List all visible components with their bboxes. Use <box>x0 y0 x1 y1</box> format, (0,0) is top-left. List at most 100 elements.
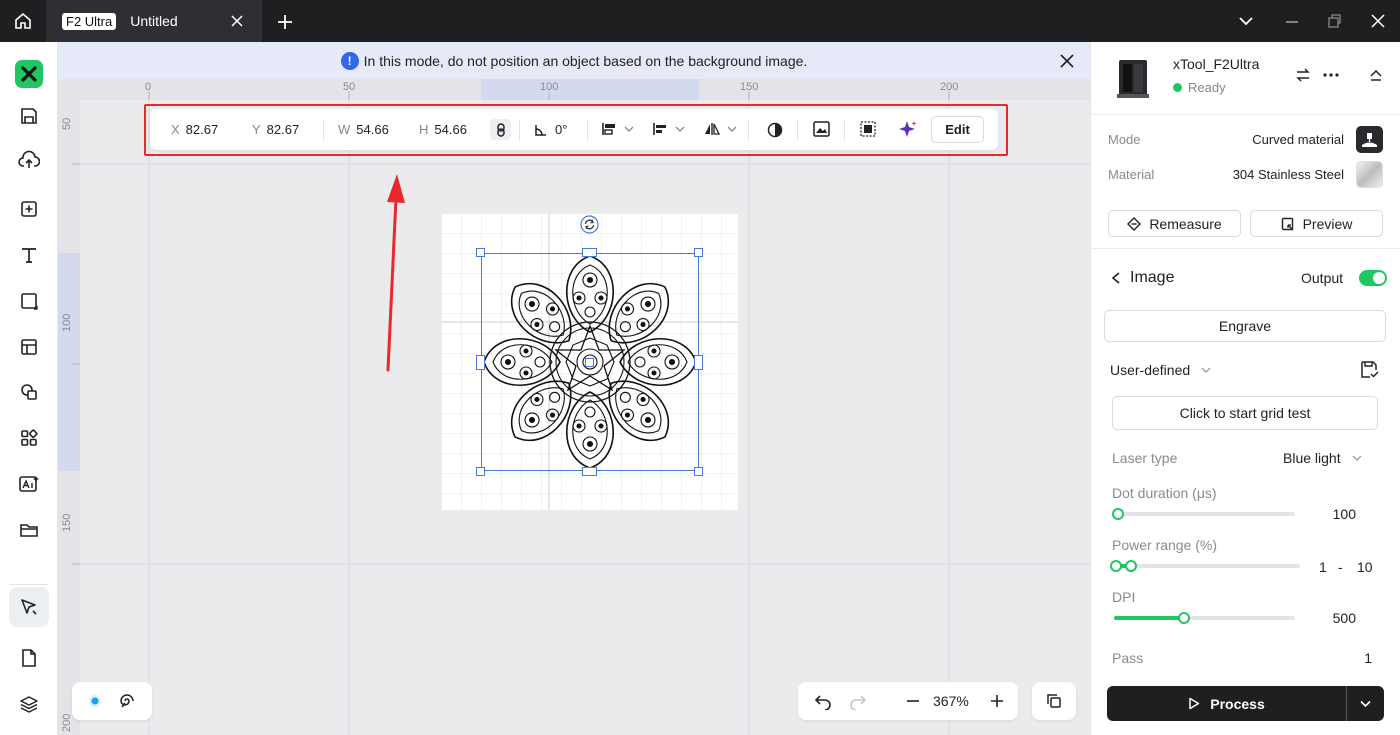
layers-icon <box>20 696 38 713</box>
rotate-handle-icon[interactable] <box>580 215 599 234</box>
chevron-down-icon[interactable] <box>1236 11 1256 31</box>
ruler-h-label: 50 <box>343 81 356 93</box>
more-icon[interactable] <box>1322 67 1340 83</box>
laser-type-label: Laser type <box>1112 450 1178 466</box>
power-range-label: Power range (%) <box>1112 537 1218 553</box>
spiral-mode-icon[interactable] <box>118 692 136 710</box>
new-tab-icon[interactable] <box>274 11 296 33</box>
output-toggle[interactable] <box>1359 270 1387 286</box>
resize-handle-s[interactable] <box>582 467 597 476</box>
chevron-down-icon <box>1352 455 1362 461</box>
resize-handle-e[interactable] <box>694 355 703 370</box>
shapes-library-button[interactable] <box>9 372 49 412</box>
highlight-box <box>144 104 1008 156</box>
shape-tool-button[interactable] <box>9 281 49 321</box>
redo-icon[interactable] <box>849 692 867 710</box>
annotation-arrow <box>386 174 405 372</box>
dot-duration-slider[interactable] <box>1118 512 1295 516</box>
grid-test-button[interactable]: Click to start grid test <box>1112 396 1378 430</box>
process-main-button[interactable]: Process <box>1107 686 1346 721</box>
restore-icon[interactable] <box>1324 11 1344 31</box>
power-min-thumb[interactable] <box>1110 560 1122 572</box>
chevron-down-icon <box>1201 367 1211 373</box>
curved-material-button[interactable] <box>1356 126 1383 153</box>
dot-duration-thumb[interactable] <box>1112 508 1124 520</box>
layers-button[interactable] <box>9 684 49 724</box>
layout-icon <box>21 339 37 355</box>
close-window-icon[interactable] <box>1368 11 1388 31</box>
ruler-v-label: 150 <box>61 513 73 532</box>
process-divider <box>1346 686 1347 721</box>
mode-value[interactable]: Curved material <box>1252 132 1344 147</box>
resize-handle-sw[interactable] <box>476 467 485 476</box>
device-status: Ready <box>1173 80 1226 95</box>
left-toolbar <box>0 42 58 735</box>
chevron-down-icon[interactable] <box>1359 697 1372 710</box>
apps-button[interactable] <box>9 418 49 458</box>
power-max-value[interactable]: 10 <box>1357 559 1373 575</box>
zoom-controls: 367% <box>798 682 1018 720</box>
dot-duration-value[interactable]: 100 <box>1333 506 1356 522</box>
resize-handle-nw[interactable] <box>476 248 485 257</box>
dot-duration-label: Dot duration (μs) <box>1112 485 1217 501</box>
select-tool-button[interactable] <box>9 587 49 627</box>
copy-button[interactable] <box>1032 682 1076 720</box>
undo-icon[interactable] <box>814 692 832 710</box>
layout-tool-button[interactable] <box>9 327 49 367</box>
close-notice-icon[interactable] <box>1058 52 1076 70</box>
ruler-h-label: 200 <box>940 81 959 93</box>
tab-document[interactable]: F2 Ultra Untitled <box>46 0 262 42</box>
switch-device-icon[interactable] <box>1295 67 1311 83</box>
dpi-fill <box>1114 616 1184 620</box>
resize-handle-se[interactable] <box>694 467 703 476</box>
design-canvas[interactable]: ! In this mode, do not position an objec… <box>58 42 1090 735</box>
home-button[interactable] <box>0 0 46 42</box>
apps-icon <box>21 429 38 446</box>
center-handle[interactable] <box>585 358 594 367</box>
zoom-level: 367% <box>933 693 969 709</box>
pass-value[interactable]: 1 <box>1364 650 1372 666</box>
save-button[interactable] <box>9 96 49 136</box>
title-bar: F2 Ultra Untitled <box>0 0 1400 42</box>
text-tool-button[interactable] <box>9 235 49 275</box>
power-range-slider[interactable] <box>1118 564 1300 568</box>
save-preset-icon[interactable] <box>1360 360 1379 379</box>
ai-image-button[interactable] <box>9 464 49 504</box>
power-min-value[interactable]: 1 <box>1319 559 1327 575</box>
resize-handle-n[interactable] <box>582 248 597 257</box>
dpi-value[interactable]: 500 <box>1333 610 1356 626</box>
remeasure-button[interactable]: Remeasure <box>1108 210 1241 237</box>
right-panel: xTool_F2Ultra Ready Mode Curved material… <box>1090 42 1400 735</box>
close-tab-icon[interactable] <box>228 12 246 30</box>
notice-text: In this mode, do not position an object … <box>363 52 808 69</box>
preview-button[interactable]: Preview <box>1250 210 1383 237</box>
material-swatch[interactable] <box>1356 161 1383 188</box>
resize-handle-w[interactable] <box>476 355 485 370</box>
dpi-slider[interactable] <box>1114 616 1295 620</box>
ruler-v-label: 50 <box>61 117 73 130</box>
text-icon <box>22 248 36 263</box>
material-value[interactable]: 304 Stainless Steel <box>1233 167 1344 182</box>
pass-label: Pass <box>1112 650 1144 666</box>
document-button[interactable] <box>9 638 49 678</box>
minimize-icon[interactable] <box>1282 11 1302 31</box>
ruler-v-label: 200 <box>61 713 73 732</box>
dpi-thumb[interactable] <box>1178 612 1190 624</box>
resize-handle-ne[interactable] <box>694 248 703 257</box>
preset-dropdown[interactable]: User-defined <box>1110 362 1212 378</box>
engrave-button[interactable]: Engrave <box>1104 310 1386 342</box>
zoom-in-icon[interactable] <box>988 692 1006 710</box>
shapes-icon <box>21 384 37 400</box>
add-button[interactable] <box>9 189 49 229</box>
folder-button[interactable] <box>9 510 49 550</box>
square-icon <box>21 293 38 310</box>
target-mode-icon[interactable] <box>88 694 102 708</box>
upload-button[interactable] <box>9 140 49 180</box>
ai-icon <box>19 476 39 492</box>
zoom-out-icon[interactable] <box>904 692 922 710</box>
laser-type-dropdown[interactable]: Blue light <box>1283 450 1363 466</box>
section-title: Image <box>1130 269 1175 286</box>
collapse-icon[interactable] <box>1368 67 1384 83</box>
power-max-thumb[interactable] <box>1125 560 1137 572</box>
back-chevron-icon[interactable] <box>1110 271 1122 285</box>
